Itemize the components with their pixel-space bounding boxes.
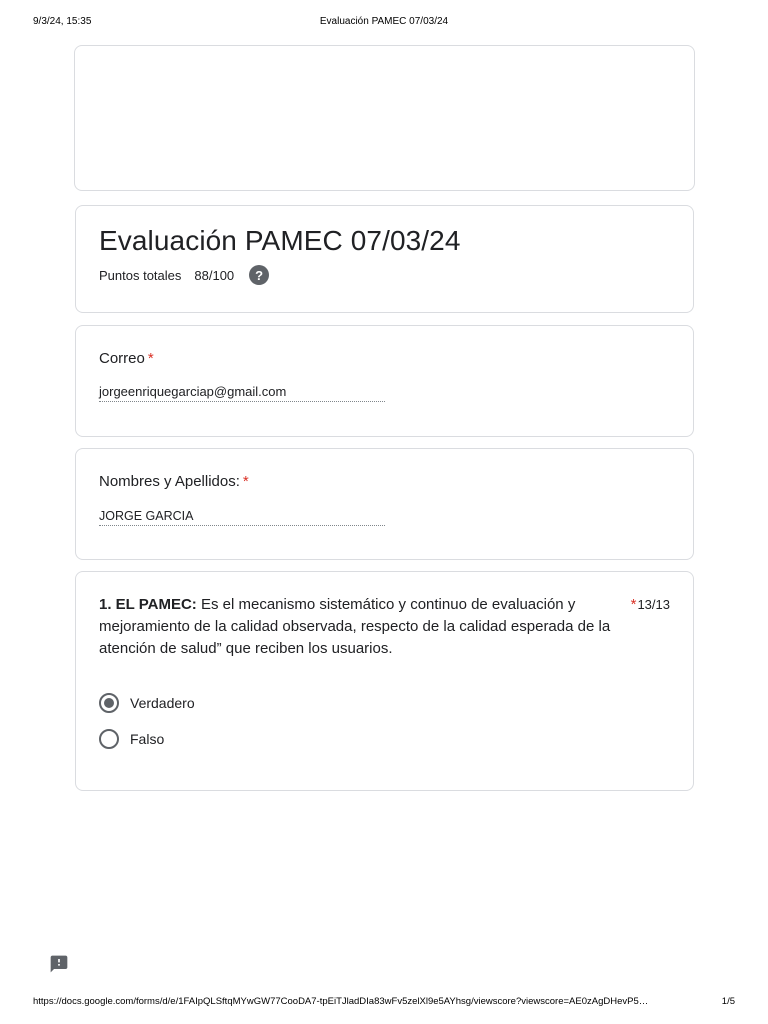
email-label-text: Correo bbox=[99, 350, 145, 367]
option-label: Verdadero bbox=[130, 695, 195, 711]
email-label: Correo * bbox=[99, 350, 154, 367]
name-label: Nombres y Apellidos: * bbox=[99, 473, 249, 490]
question-1-card: 1. EL PAMEC: Es el mecanismo sistemático… bbox=[75, 571, 694, 791]
required-mark: * bbox=[147, 350, 154, 367]
email-field: jorgeenriquegarciap@gmail.com bbox=[99, 384, 385, 402]
name-field: JORGE GARCIA bbox=[99, 509, 385, 526]
feedback-icon[interactable] bbox=[49, 954, 69, 974]
score-value: 88/100 bbox=[194, 267, 235, 283]
option-verdadero[interactable]: Verdadero bbox=[99, 692, 195, 714]
email-question-card: Correo * jorgeenriquegarciap@gmail.com bbox=[75, 325, 694, 437]
name-label-text: Nombres y Apellidos: bbox=[99, 473, 240, 490]
radio-unchecked-icon[interactable] bbox=[99, 729, 119, 749]
page-url: https://docs.google.com/forms/d/e/1FAIpQ… bbox=[33, 996, 649, 1007]
print-header: 9/3/24, 15:35 Evaluación PAMEC 07/03/24 bbox=[33, 16, 735, 30]
help-circle-icon[interactable]: ? bbox=[249, 265, 270, 285]
option-falso[interactable]: Falso bbox=[99, 728, 164, 750]
score-label: Puntos totales bbox=[99, 267, 182, 283]
print-page-title: Evaluación PAMEC 07/03/24 bbox=[319, 16, 449, 27]
points-value: 13/13 bbox=[637, 597, 670, 612]
radio-checked-icon[interactable] bbox=[99, 693, 119, 713]
required-mark: * bbox=[630, 596, 637, 613]
total-score: Puntos totales 88/100 ? bbox=[99, 264, 270, 286]
question-1-points: *13/13 bbox=[631, 594, 670, 616]
question-1-text: 1. EL PAMEC: Es el mecanismo sistemático… bbox=[99, 594, 627, 660]
page: 9/3/24, 15:35 Evaluación PAMEC 07/03/24 … bbox=[0, 0, 768, 1024]
form-title-card: Evaluación PAMEC 07/03/24 Puntos totales… bbox=[75, 205, 694, 313]
required-mark: * bbox=[242, 473, 249, 490]
form-title: Evaluación PAMEC 07/03/24 bbox=[99, 225, 461, 256]
name-question-card: Nombres y Apellidos: * JORGE GARCIA bbox=[75, 448, 694, 560]
form-header-banner bbox=[74, 45, 695, 191]
question-1-title: 1. EL PAMEC: bbox=[99, 596, 197, 613]
page-number: 1/5 bbox=[721, 996, 735, 1007]
print-footer: https://docs.google.com/forms/d/e/1FAIpQ… bbox=[33, 996, 735, 1010]
option-label: Falso bbox=[130, 731, 165, 747]
